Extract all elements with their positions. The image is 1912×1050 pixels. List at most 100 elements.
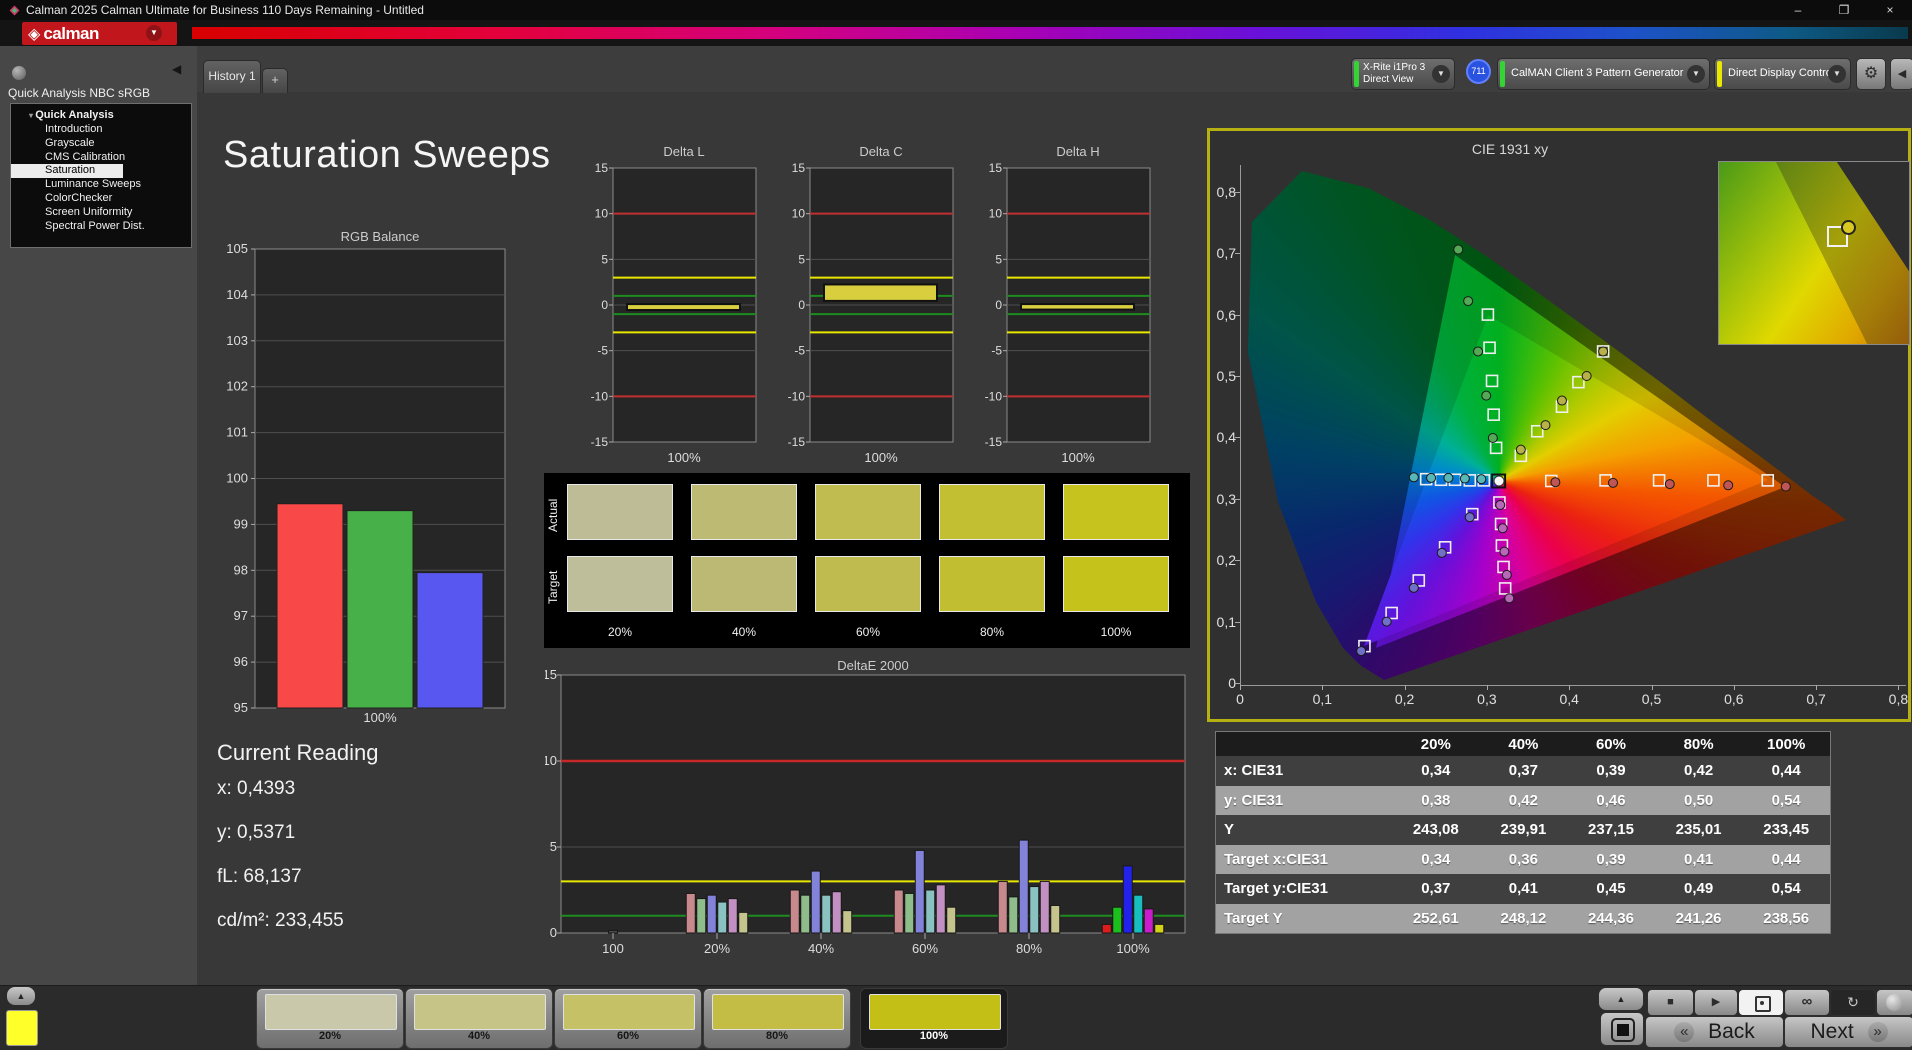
patch-swatch — [265, 994, 397, 1030]
actual-swatch-100% — [1063, 484, 1169, 540]
back-chevron-icon: « — [1674, 1022, 1695, 1043]
svg-text:100: 100 — [602, 941, 624, 956]
stop-button[interactable]: ■ — [1647, 989, 1694, 1016]
source-dropdown[interactable]: CalMAN Client 3 Pattern Generator ▼ — [1497, 58, 1710, 90]
delta-h-chart: 15 10 5 0 -5 -10 -15 Delta H 100% — [985, 144, 1151, 465]
workflow-menu-button[interactable] — [12, 66, 26, 80]
sidebar-item-screen-uniformity[interactable]: Screen Uniformity — [11, 206, 191, 220]
svg-text:15: 15 — [792, 161, 806, 175]
continuous-read-button[interactable]: ∞ — [1784, 989, 1830, 1016]
transport-expand-button[interactable]: ▲ — [1598, 987, 1644, 1011]
chevron-left-icon: ◀ — [172, 62, 182, 76]
svg-text:5: 5 — [550, 839, 557, 854]
back-label: Back — [1708, 1020, 1755, 1043]
extra-transport-button[interactable] — [1876, 989, 1912, 1016]
tree-root[interactable]: ▾ Quick Analysis — [11, 109, 191, 123]
svg-text:0: 0 — [550, 925, 557, 940]
minimize-button[interactable]: – — [1776, 0, 1820, 20]
current-reading-title: Current Reading — [217, 740, 379, 765]
target-swatch-80% — [939, 556, 1045, 612]
stop-icon: ■ — [1667, 996, 1674, 1008]
page-title: Saturation Sweeps — [223, 134, 551, 176]
close-button[interactable]: × — [1868, 0, 1912, 20]
spectrum-strip — [192, 27, 1908, 39]
swatch-col-label: 40% — [731, 625, 757, 639]
sidebar-item-saturation-sweeps[interactable]: Saturation Sweeps — [11, 164, 123, 189]
cie-y-tick — [1235, 253, 1240, 255]
svg-text:80%: 80% — [1016, 941, 1042, 956]
svg-text:97: 97 — [234, 608, 248, 623]
results-table: 20% 40% 60% 80% 100% x: CIE31 0,34 0,37 0,39 0,42… — [1215, 731, 1831, 934]
svg-text:102: 102 — [226, 379, 248, 394]
cie-y-tick-label: 0,8 — [1216, 183, 1236, 200]
svg-text:5: 5 — [995, 252, 1002, 266]
back-button[interactable]: « Back — [1645, 1016, 1784, 1048]
svg-text:105: 105 — [226, 241, 248, 256]
maximize-button[interactable]: ❐ — [1822, 0, 1866, 20]
meter-name: X-Rite i1Pro 3 — [1363, 62, 1426, 73]
frame-icon — [1611, 1018, 1635, 1042]
meter-dropdown[interactable]: X-Rite i1Pro 3 Direct View ▼ — [1351, 58, 1455, 90]
swatch-col-label: 80% — [979, 625, 1005, 639]
cie-y-tick-label: 0,1 — [1216, 613, 1236, 630]
next-button[interactable]: Next » — [1784, 1016, 1912, 1048]
cie-x-tick — [1733, 685, 1735, 690]
display-dropdown[interactable]: Direct Display Control ▼ — [1714, 58, 1851, 90]
chevron-down-icon: ▼ — [1828, 65, 1846, 83]
svg-text:100%: 100% — [667, 450, 701, 465]
sidebar-item-luminance-sweeps[interactable]: Luminance Sweeps — [11, 178, 191, 192]
chevron-up-icon: ▲ — [16, 991, 26, 1001]
settings-button[interactable]: ⚙ — [1856, 58, 1886, 90]
svg-text:-5: -5 — [794, 344, 805, 358]
meter-mode: Direct View — [1363, 74, 1414, 85]
svg-text:RGB Balance: RGB Balance — [341, 229, 420, 244]
logo-menu-button[interactable]: ▼ — [146, 25, 162, 41]
table-row: y: CIE31 0,38 0,42 0,46 0,50 0,54 — [1216, 785, 1830, 815]
cie-y-tick — [1235, 376, 1240, 377]
sidebar-item-cms-calibration[interactable]: CMS Calibration — [11, 151, 191, 165]
sync-button[interactable]: ↻ — [1830, 989, 1876, 1016]
display-name: Direct Display Control — [1728, 67, 1835, 79]
target-swatch-20% — [567, 556, 673, 612]
sidebar-item-spectral-power-dist-[interactable]: Spectral Power Dist. — [11, 220, 191, 234]
svg-text:100%: 100% — [864, 450, 898, 465]
tab-history-1[interactable]: History 1 — [203, 60, 261, 93]
table-row: Target Y 252,61 248,12 244,36 241,26 238,56 — [1216, 903, 1830, 933]
patch-swatch — [712, 994, 844, 1030]
sidebar-item-grayscale[interactable]: Grayscale — [11, 137, 191, 151]
patch-label: 60% — [616, 1030, 640, 1042]
cie-x-tick-label: 0,6 — [1724, 691, 1744, 707]
cie-y-tick — [1235, 191, 1240, 193]
sidebar-item-colorchecker[interactable]: ColorChecker — [11, 192, 191, 206]
cie-x-tick — [1404, 685, 1406, 690]
svg-text:99: 99 — [234, 516, 248, 531]
read-single-button[interactable] — [1738, 989, 1784, 1016]
svg-text:103: 103 — [226, 333, 248, 348]
patch-button-60%[interactable]: 60% — [554, 988, 702, 1049]
patch-button-20%[interactable]: 20% — [256, 988, 404, 1049]
swatch-col-label: 60% — [855, 625, 881, 639]
play-button[interactable]: ▶ — [1694, 989, 1738, 1016]
patch-swatch — [869, 994, 1001, 1030]
source-status-bar — [1500, 61, 1505, 87]
cie-sweep-red — [1544, 474, 1791, 492]
cie-sweep-green — [1453, 244, 1503, 455]
pattern-window-button[interactable] — [1600, 1012, 1644, 1046]
sidebar-collapse-button[interactable]: ◀ — [172, 62, 181, 76]
logo-text: calman — [43, 23, 99, 43]
cie-x-tick-label: 0,4 — [1559, 691, 1579, 707]
patch-list-expand-button[interactable]: ▲ — [7, 987, 35, 1005]
sidebar-item-introduction[interactable]: Introduction — [11, 123, 191, 137]
svg-text:10: 10 — [545, 753, 557, 768]
patch-button-100%[interactable]: 100% — [860, 988, 1008, 1049]
infinity-icon: ∞ — [1801, 993, 1813, 1010]
current-reading: Current Reading x: 0,4393 y: 0,5371 fL: 68… — [217, 740, 378, 954]
patch-button-80%[interactable]: 80% — [703, 988, 851, 1049]
meter-count-badge[interactable]: 711 — [1466, 59, 1491, 84]
panel-collapse-button[interactable]: ◀ — [1890, 58, 1912, 90]
patch-button-40%[interactable]: 40% — [405, 988, 553, 1049]
table-row: Target y:CIE31 0,37 0,41 0,45 0,49 0,54 — [1216, 874, 1830, 904]
tab-add-button[interactable]: + — [262, 68, 288, 93]
cie-y-tick-label: 0 — [1228, 675, 1236, 691]
actual-row-label: Actual — [546, 498, 560, 532]
